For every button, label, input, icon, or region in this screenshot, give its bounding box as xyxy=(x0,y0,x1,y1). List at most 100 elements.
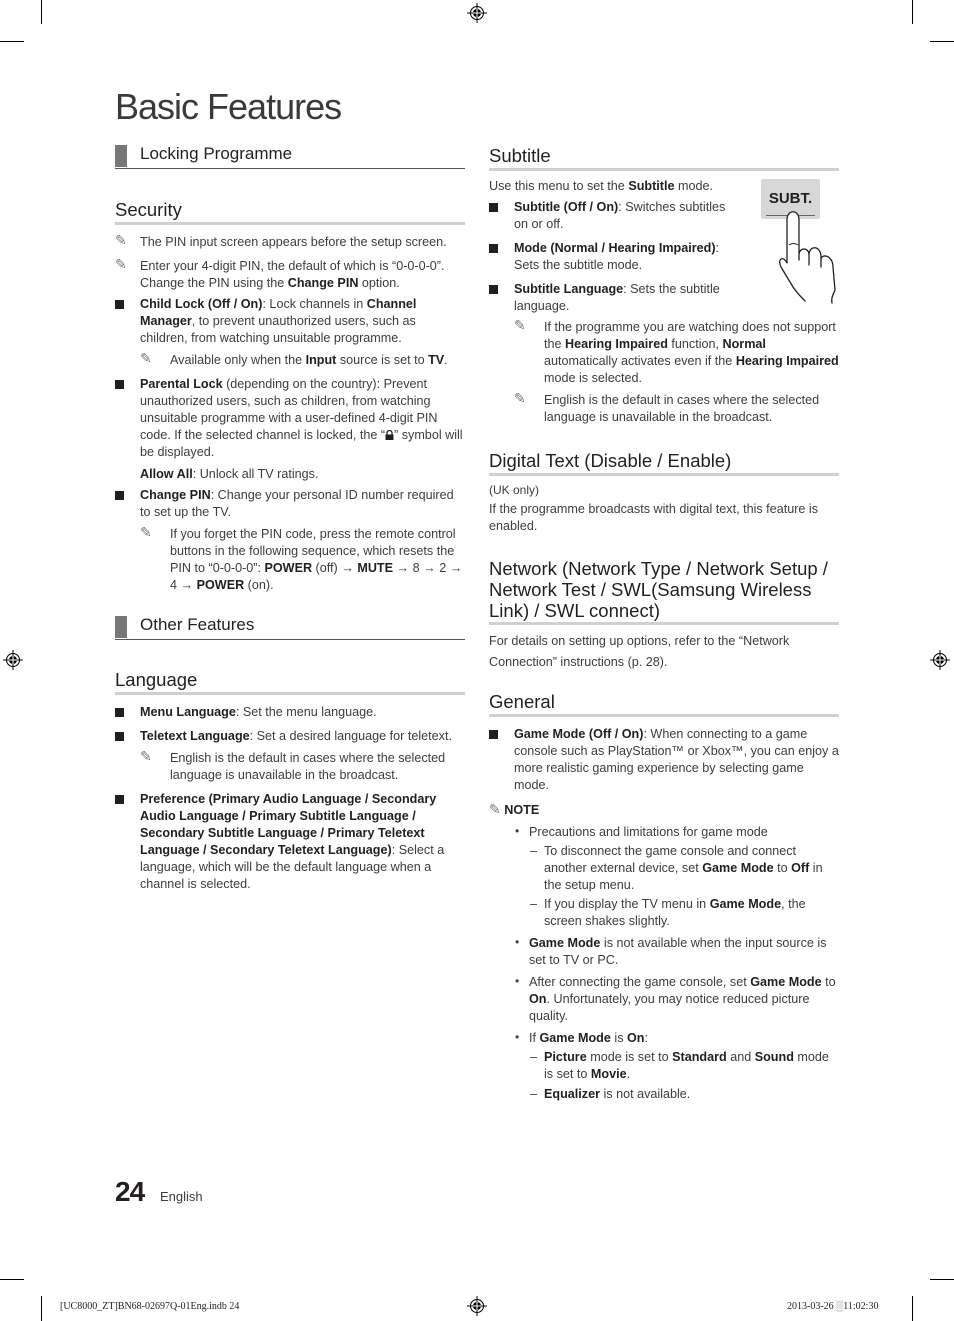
crop-mark xyxy=(41,1296,42,1321)
chapter-bar xyxy=(115,616,127,638)
section-heading-network: Network (Network Type / Network Setup / … xyxy=(489,558,839,625)
crop-mark xyxy=(0,1279,24,1280)
note-text: (on). xyxy=(244,578,274,592)
section-heading-digital-text: Digital Text (Disable / Enable) xyxy=(489,450,839,476)
crop-mark xyxy=(930,41,954,42)
dot-bullet-icon: • xyxy=(515,824,520,838)
bold-term: Sound xyxy=(754,1050,794,1064)
bold-term: POWER xyxy=(196,578,245,592)
square-bullet-icon xyxy=(115,300,124,309)
bold-term: Subtitle xyxy=(628,179,675,193)
square-bullet-icon xyxy=(115,795,124,804)
bold-term: TV xyxy=(428,353,445,367)
bold-term: Picture xyxy=(544,1050,587,1064)
dash-bullet-icon: – xyxy=(530,1050,538,1064)
section-heading-general: General xyxy=(489,691,839,717)
crop-mark xyxy=(0,41,24,42)
note-text: function, xyxy=(667,337,723,351)
note-bullet: • Game Mode is not available when the in… xyxy=(514,935,839,969)
note-bullet: • If Game Mode is On: – Picture mode is … xyxy=(514,1030,839,1103)
note-text: (off) → xyxy=(312,561,358,575)
square-bullet-icon xyxy=(489,244,498,253)
list-item-child-lock: Child Lock (Off / On): Lock channels in … xyxy=(115,296,465,369)
bold-term: Child Lock (Off / On) xyxy=(140,297,263,311)
section-heading-security: Security xyxy=(115,199,465,225)
bold-term: Movie xyxy=(590,1067,627,1081)
list-item-subtitle-mode: Mode (Normal / Hearing Impaired): Sets t… xyxy=(489,240,739,274)
section-heading-subtitle: Subtitle xyxy=(489,145,839,171)
bullet-text: is xyxy=(610,1031,627,1045)
bold-term: Menu Language xyxy=(140,705,236,719)
note-text: English is the default in cases where th… xyxy=(170,751,446,782)
dash-bullet-icon: – xyxy=(530,1087,538,1101)
pointing-hand-icon xyxy=(779,211,836,304)
note-text: mode is selected. xyxy=(544,371,643,385)
item-text: : Set the menu language. xyxy=(235,705,377,719)
list-item-change-pin: Change PIN: Change your personal ID numb… xyxy=(115,487,465,594)
bold-term: Hearing Impaired xyxy=(565,337,668,351)
print-date: 2013-03-26 xyxy=(787,1301,834,1312)
page-language: English xyxy=(160,1189,203,1204)
note-text: source is set to xyxy=(336,353,429,367)
allow-all-text: Allow All: Unlock all TV ratings. xyxy=(140,466,465,483)
note-text: The PIN input screen appears before the … xyxy=(140,235,447,249)
digital-text-note: (UK only) xyxy=(489,483,540,497)
bold-term: Mode (Normal / Hearing Impaired) xyxy=(514,241,716,255)
bold-term: Game Mode xyxy=(750,975,822,989)
bold-term: Equalizer xyxy=(544,1087,600,1101)
note-list: • Precautions and limitations for game m… xyxy=(489,824,839,1103)
note-text: English is the default in cases where th… xyxy=(544,393,820,424)
note-text: option. xyxy=(358,276,400,290)
page-number: 24 xyxy=(115,1176,145,1207)
lock-icon xyxy=(385,429,394,440)
chapter-heading-locking: Locking Programme xyxy=(115,142,465,169)
note-subitem: – Picture mode is set to Standard and So… xyxy=(529,1049,839,1083)
bold-term: Game Mode xyxy=(529,936,601,950)
square-bullet-icon xyxy=(115,732,124,741)
bold-term: Subtitle (Off / On) xyxy=(514,200,619,214)
subitem-text: . xyxy=(626,1067,631,1081)
registration-mark-icon xyxy=(930,650,950,670)
note-bullet: • After connecting the game console, set… xyxy=(514,974,839,1025)
pencil-note-icon: ✎ xyxy=(514,317,526,333)
square-bullet-icon xyxy=(489,285,498,294)
bold-term: Standard xyxy=(672,1050,727,1064)
list-item-preference: Preference (Primary Audio Language / Sec… xyxy=(115,791,465,893)
registration-mark-icon xyxy=(467,1296,487,1316)
bold-term: POWER xyxy=(264,561,313,575)
note: ✎ English is the default in cases where … xyxy=(514,390,839,426)
note-text: automatically activates even if the xyxy=(544,354,736,368)
registration-mark-icon xyxy=(467,3,487,23)
bold-term: Game Mode xyxy=(702,861,774,875)
bold-term: On xyxy=(529,992,547,1006)
bold-term: Change PIN xyxy=(140,488,211,502)
dash-bullet-icon: – xyxy=(530,897,538,911)
list-item-game-mode: Game Mode (Off / On): When connecting to… xyxy=(489,726,839,794)
note-bullet: • Precautions and limitations for game m… xyxy=(514,824,839,930)
bullet-text: If xyxy=(529,1031,540,1045)
bullet-text: . Unfortunately, you may notice reduced … xyxy=(529,992,810,1023)
note: ✎ If the programme you are watching does… xyxy=(514,317,839,387)
body-text: Use this menu to set the xyxy=(489,179,629,193)
dot-bullet-icon: • xyxy=(515,935,520,949)
bold-term: MUTE xyxy=(357,561,394,575)
body-text: mode. xyxy=(674,179,714,193)
note-text: . xyxy=(444,353,448,367)
note-heading: ✎ NOTE xyxy=(489,801,839,819)
square-bullet-icon xyxy=(489,730,498,739)
note: ✎ Available only when the Input source i… xyxy=(140,350,465,369)
bold-term: Off xyxy=(791,861,810,875)
section-heading-language: Language xyxy=(115,669,465,695)
bold-term: Subtitle Language xyxy=(514,282,624,296)
square-bullet-icon xyxy=(489,203,498,212)
pencil-note-icon: ✎ xyxy=(140,524,152,540)
list-item-subtitle-onoff: Subtitle (Off / On): Switches subtitles … xyxy=(489,199,734,233)
crop-mark xyxy=(41,0,42,24)
note-subitem: – If you display the TV menu in Game Mod… xyxy=(529,896,839,930)
bold-term: Game Mode (Off / On) xyxy=(514,727,644,741)
dash-bullet-icon: – xyxy=(530,844,538,858)
note: ✎ The PIN input screen appears before th… xyxy=(115,232,465,251)
bold-term: Parental Lock xyxy=(140,377,223,391)
pencil-note-icon: ✎ xyxy=(115,232,127,248)
left-column: Locking Programme Security ✎ The PIN inp… xyxy=(115,142,465,893)
